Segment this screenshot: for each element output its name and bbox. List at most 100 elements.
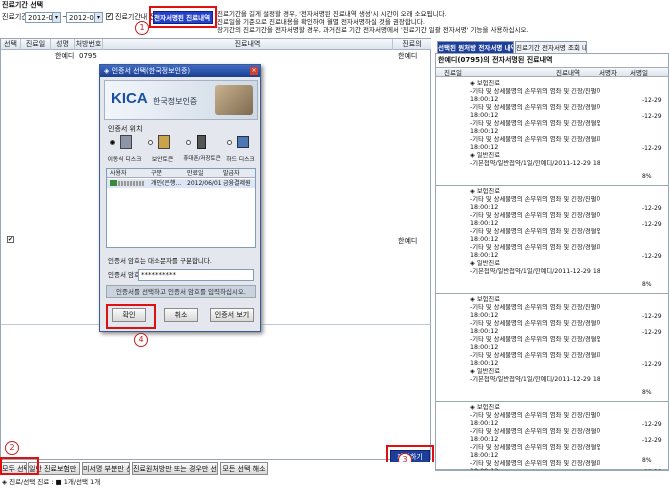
record-date: -12-29 xyxy=(642,205,662,212)
radio-icon[interactable] xyxy=(227,140,232,145)
record-line: 18:00:12 xyxy=(470,436,499,443)
deselect-all-button[interactable]: 모든 선택 해소 xyxy=(220,462,268,475)
location-label: 인증서 위치 xyxy=(108,125,143,133)
record-date: -12-29 xyxy=(642,113,662,120)
certificate-list: 사용자 구분 만료일 발급자 개인(은행... 2012/06/01 금융결제원 xyxy=(106,168,256,248)
record-date: -12-29 xyxy=(642,361,662,368)
location-option-phone[interactable]: 휴대폰/저장토큰 xyxy=(182,135,222,165)
record-tag: 8% xyxy=(642,389,652,396)
row-rx: 0795 xyxy=(79,52,97,60)
record-line: -기타 및 상세불명의 손부위의 염좌 및 긴장/경혈업 xyxy=(470,444,600,451)
record-date: -12-29 xyxy=(642,437,662,444)
record-date: -12-29 xyxy=(642,145,662,152)
record-line: -기타 및 상세불명의 손부위의 염좌 및 긴장/경혈파 II xyxy=(470,244,600,251)
record-line: 18:00:12 xyxy=(470,220,499,227)
tab-selected-signatures[interactable]: 선택된 원처방 전자서명 내역 xyxy=(437,41,514,53)
cert-issuer: 금융결제원 xyxy=(223,180,251,187)
column-header: 선택 xyxy=(1,39,21,50)
record-line: -기타 및 상세불명의 손부위의 염좌 및 긴장/경혈어제 xyxy=(470,428,600,435)
radio-icon[interactable] xyxy=(148,140,153,145)
record-line: 18:00:12 xyxy=(470,236,499,243)
radio-icon[interactable] xyxy=(186,140,191,145)
selection-status: ◈ 진료/선택 진료 : ■ 1개/선택 1개 xyxy=(2,478,101,486)
usb-drive-icon xyxy=(120,135,132,149)
row-checkbox[interactable]: ✔ xyxy=(7,236,14,243)
record-line: ◈ 일반진료 xyxy=(470,260,501,267)
record-tag: 8% xyxy=(642,281,652,288)
record-line: 18:00:12 xyxy=(470,312,499,319)
signature-record[interactable]: ◈ 보험진료 -기타 및 상세불명의 손부위의 염좌 및 긴장/진펄어 18:00:… xyxy=(436,402,668,470)
record-line: -기본첩약/일반첩약/1일/한예디/2011-12-29 18:00 xyxy=(470,268,600,275)
location-option-hdd[interactable]: 하드 디스크 xyxy=(223,135,258,165)
radio-icon[interactable] xyxy=(110,140,115,145)
row-name: 한예디 xyxy=(55,52,75,60)
chevron-down-icon[interactable]: ▾ xyxy=(52,13,60,22)
column-header: 서명자 xyxy=(599,69,617,77)
location-option-usb[interactable]: 이동식 디스크 xyxy=(106,135,143,165)
record-date: -12-29 xyxy=(642,468,662,470)
record-line: -기타 및 상세불명의 손부위의 염좌 및 긴장/경혈어제 xyxy=(470,212,600,219)
record-line: ◈ 일반진료 xyxy=(470,368,501,375)
date-to-field[interactable]: 2012-02-13▾ xyxy=(66,12,103,23)
record-date: -12-29 xyxy=(642,221,662,228)
location-options: 이동식 디스크 보안토큰 휴대폰/저장토큰 하드 디스크 xyxy=(106,135,258,165)
security-token-icon xyxy=(158,135,170,149)
record-line: -기타 및 상세불명의 손부위의 염좌 및 긴장/경혈업 xyxy=(470,336,600,343)
status-message: 인증서를 선택하고 인증서 암호를 입력하십시오. xyxy=(106,285,256,298)
select-unsigned-button[interactable]: 미서명 부분만 선택 xyxy=(82,462,130,475)
record-line: 18:00:12 xyxy=(470,452,499,459)
column-header: 진료일 xyxy=(21,39,51,50)
signature-records: ◈ 보험진료 -기타 및 상세불명의 손부위의 염좌 및 긴장/진펄어 18:00:… xyxy=(436,78,668,470)
signature-record[interactable]: ◈ 보험진료 -기타 및 상세불명의 손부위의 염좌 및 긴장/진펄어 18:00:… xyxy=(436,294,668,402)
highlight-box-2 xyxy=(0,457,39,475)
cert-expiry: 2012/06/01 xyxy=(187,180,222,187)
column-header: 발급자 xyxy=(223,170,240,177)
cert-list-header: 사용자 구분 만료일 발급자 xyxy=(107,169,255,178)
record-line: 18:00:12 xyxy=(470,128,499,135)
record-line: -기본첩약/일반첩약/1일/한예디/2011-12-29 18:00 xyxy=(470,376,600,383)
record-line: -기타 및 상세불명의 손부위의 염좌 및 긴장/경혈파 II xyxy=(470,460,600,467)
row-doctor: 한예디 xyxy=(398,237,418,245)
record-line: -기타 및 상세불명의 손부위의 염좌 및 긴장/경혈업 xyxy=(470,228,600,235)
view-certificate-button[interactable]: 인증서 보기 xyxy=(210,308,254,322)
page-title: 진료기간 선택 xyxy=(2,1,44,9)
record-date: -12-29 xyxy=(642,329,662,336)
callout-1: 1 xyxy=(135,21,149,35)
close-icon[interactable]: × xyxy=(250,67,258,75)
notice-line: 장기간의 진료기간을 전자서명할 경우, 과거진료 기간 전자서명에서 '진료기… xyxy=(217,26,529,34)
row-doctor: 한예디 xyxy=(398,52,418,60)
record-line: ◈ 일반진료 xyxy=(470,152,501,159)
brand-name: 한국정보인증 xyxy=(153,97,198,106)
callout-4: 4 xyxy=(134,333,148,347)
highlight-box-1 xyxy=(149,6,217,28)
record-line: -기타 및 상세불명의 손부위의 염좌 및 긴장/경혈업 xyxy=(470,120,600,127)
brand-banner: KICA 한국정보인증 xyxy=(104,80,258,120)
table-header: 선택 진료일 성명 처방번호 진료내역 진료의 xyxy=(1,39,431,50)
column-header: 진료의 xyxy=(402,40,422,48)
record-line: -기타 및 상세불명의 손부위의 염좌 및 긴장/진펄어 xyxy=(470,196,600,203)
record-line: 18:00:12 xyxy=(470,112,499,119)
record-line: -기타 및 상세불명의 손부위의 염좌 및 긴장/경혈파 II xyxy=(470,136,600,143)
location-option-token[interactable]: 보안토큰 xyxy=(144,135,181,165)
record-line: -기타 및 상세불명의 손부위의 염좌 및 긴장/경혈어제 xyxy=(470,104,600,111)
tab-period-signatures[interactable]: 진료기간 전자서명 조회 내역 xyxy=(515,41,587,53)
certificate-dialog: ◈ 인증서 선택(한국정보인증) × KICA 한국정보인증 인증서 위치 이동… xyxy=(99,64,261,332)
certificate-icon xyxy=(110,180,117,186)
record-line: 18:00:12 xyxy=(470,420,499,427)
password-input[interactable]: ********** xyxy=(138,269,254,281)
signature-record[interactable]: ◈ 보험진료 -기타 및 상세불명의 손부위의 염좌 및 긴장/진펄어 18:00:… xyxy=(436,186,668,294)
lock-icon: ◈ xyxy=(104,67,112,75)
date-from-field[interactable]: 2012-02-13▾ xyxy=(25,12,61,23)
cert-row[interactable]: 개인(은행... 2012/06/01 금융결제원 xyxy=(107,179,255,188)
cert-type: 개인(은행... xyxy=(151,180,182,187)
select-original-rx-button[interactable]: 진료원처방만 또는 경우만 선택 xyxy=(132,462,218,475)
password-hint: 인증서 암호는 대소문자를 구분합니다. xyxy=(108,257,212,265)
chevron-down-icon[interactable]: ▾ xyxy=(94,13,102,22)
record-line: 18:00:12 xyxy=(470,252,499,259)
column-header: 진료내역 xyxy=(556,69,580,77)
period-label: 진료기간 xyxy=(2,13,28,21)
cancel-button[interactable]: 취소 xyxy=(164,308,198,322)
record-line: 18:00:12 xyxy=(470,204,499,211)
signature-record[interactable]: ◈ 보험진료 -기타 및 상세불명의 손부위의 염좌 및 긴장/진펄어 18:00:… xyxy=(436,78,668,186)
period-checkbox[interactable]: ✔ xyxy=(106,13,113,20)
